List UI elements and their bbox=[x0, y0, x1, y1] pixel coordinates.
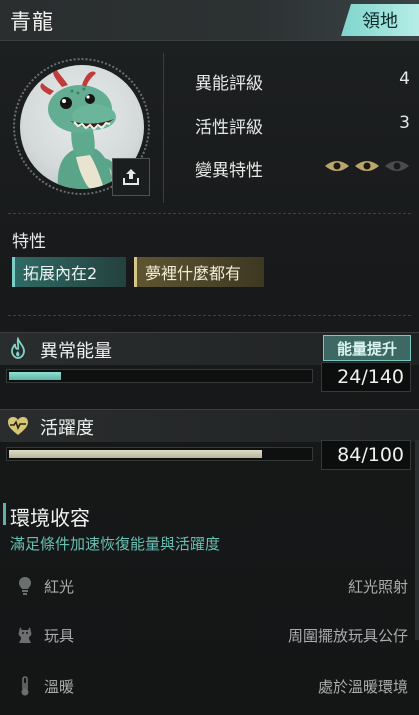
vitality-bar bbox=[6, 447, 313, 461]
eye-icon-active bbox=[355, 161, 379, 171]
vitality-bar-fill bbox=[9, 450, 262, 458]
stat-mutation-traits: 變異特性 bbox=[195, 153, 410, 181]
share-button[interactable] bbox=[112, 158, 150, 196]
territory-tab[interactable]: 領地 bbox=[341, 4, 419, 36]
eye-icon-active bbox=[325, 161, 349, 171]
heart-pulse-icon bbox=[8, 417, 28, 435]
trait-chip[interactable]: 拓展內在2 bbox=[12, 257, 126, 287]
env-name: 溫暖 bbox=[44, 678, 75, 696]
stat-value: 4 bbox=[399, 69, 410, 89]
env-row-red-light: 紅光 紅光照射 bbox=[0, 567, 419, 607]
lightbulb-icon bbox=[19, 577, 31, 595]
scroll-edge bbox=[415, 440, 419, 640]
flame-icon bbox=[11, 337, 25, 359]
environment-heading: 環境收容 bbox=[10, 506, 90, 530]
energy-boost-button[interactable]: 能量提升 bbox=[323, 335, 411, 361]
energy-bar bbox=[6, 369, 313, 383]
vitality-header: 活躍度 bbox=[0, 409, 419, 442]
creature-name: 青龍 bbox=[10, 10, 54, 34]
energy-header: 異常能量 能量提升 bbox=[0, 332, 419, 365]
title-bar: 青龍 領地 bbox=[0, 0, 419, 41]
share-icon bbox=[123, 169, 139, 185]
traits-heading: 特性 bbox=[12, 232, 46, 252]
energy-label: 異常能量 bbox=[40, 341, 112, 362]
stat-value: 3 bbox=[399, 113, 410, 133]
stat-activity-grade: 活性評級 3 bbox=[195, 110, 410, 138]
stat-label: 異能評級 bbox=[195, 74, 263, 94]
stat-label: 活性評級 bbox=[195, 118, 263, 138]
stat-label: 變異特性 bbox=[195, 161, 263, 181]
mutation-eye-indicators[interactable] bbox=[324, 159, 410, 173]
env-row-warmth: 溫暖 處於溫暖環境 bbox=[0, 667, 419, 707]
thermometer-icon bbox=[21, 676, 29, 696]
divider bbox=[8, 315, 411, 316]
energy-count: 24/140 bbox=[321, 362, 411, 392]
vertical-divider bbox=[163, 53, 164, 203]
energy-bar-fill bbox=[9, 372, 61, 380]
env-condition: 周圍擺放玩具公仔 bbox=[287, 627, 408, 645]
trait-chip[interactable]: 夢裡什麼都有 bbox=[134, 257, 264, 287]
env-name: 紅光 bbox=[44, 578, 75, 596]
toy-icon bbox=[18, 627, 32, 643]
env-name: 玩具 bbox=[44, 627, 75, 645]
env-condition: 紅光照射 bbox=[347, 578, 408, 596]
vitality-count: 84/100 bbox=[321, 440, 411, 470]
environment-subtitle: 滿足條件加速恢復能量與活躍度 bbox=[10, 535, 221, 553]
section-accent bbox=[3, 503, 6, 525]
stat-ability-grade: 異能評級 4 bbox=[195, 66, 410, 94]
env-row-toy: 玩具 周圍擺放玩具公仔 bbox=[0, 616, 419, 656]
divider bbox=[8, 213, 411, 214]
creature-detail-screen: 青龍 領地 異能評級 4 活性評級 3 變異特性 特性 拓展內在2 夢裡什麼都有… bbox=[0, 0, 419, 715]
env-condition: 處於溫暖環境 bbox=[317, 678, 408, 696]
vitality-label: 活躍度 bbox=[40, 418, 94, 439]
eye-icon-inactive bbox=[385, 161, 409, 171]
